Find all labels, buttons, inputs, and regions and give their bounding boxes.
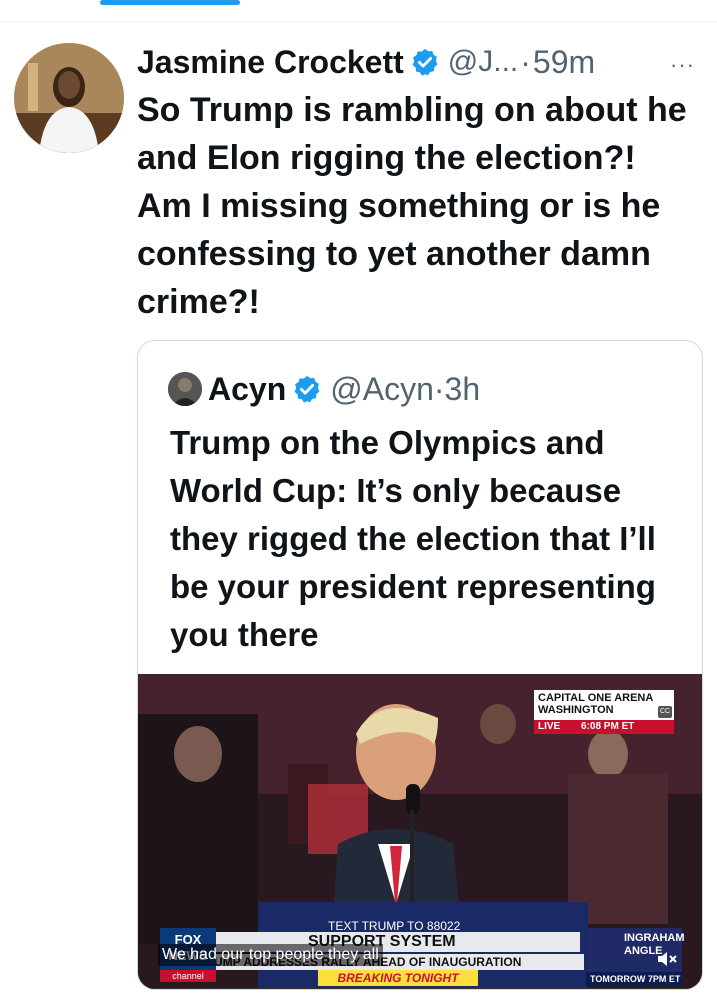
quote-text: Trump on the Olympics and World Cup: It’… bbox=[170, 424, 656, 653]
quote-display-name[interactable]: Acyn bbox=[208, 371, 286, 408]
quote-avatar[interactable] bbox=[168, 372, 202, 406]
live-badge: LIVE 6:08 PM ET bbox=[534, 720, 674, 734]
verified-badge-icon bbox=[410, 47, 440, 77]
podium-text: TEXT TRUMP TO 88022 bbox=[328, 919, 461, 933]
video-caption: We had our top people they all bbox=[158, 944, 383, 966]
quote-separator: · bbox=[433, 370, 445, 407]
active-tab-indicator bbox=[100, 0, 240, 5]
tweet-text: So Trump is rambling on about he and Elo… bbox=[137, 91, 687, 321]
live-label: LIVE bbox=[538, 721, 561, 732]
mute-icon[interactable] bbox=[656, 950, 678, 968]
tweet-header: Jasmine Crockett @J... · 59m bbox=[137, 40, 595, 84]
verified-badge-icon bbox=[292, 374, 322, 404]
quote-timestamp[interactable]: 3h bbox=[445, 371, 481, 408]
network-channel: channel bbox=[160, 970, 216, 982]
timestamp[interactable]: 59m bbox=[533, 44, 595, 81]
top-tab-bar bbox=[0, 0, 717, 22]
separator: · bbox=[520, 43, 531, 80]
more-icon[interactable]: ··· bbox=[670, 52, 695, 78]
display-name[interactable]: Jasmine Crockett bbox=[137, 44, 404, 81]
avatar[interactable] bbox=[14, 43, 124, 153]
handle[interactable]: @J... bbox=[448, 45, 518, 79]
quote-header: Acyn @Acyn · 3h bbox=[168, 369, 480, 409]
quote-handle[interactable]: @Acyn bbox=[330, 371, 434, 408]
video-player[interactable]: TEXT TRUMP TO 88022 CAPITAL ONE ARENA WA… bbox=[138, 674, 702, 989]
show-time: TOMORROW 7PM ET bbox=[586, 972, 682, 986]
breaking-banner: BREAKING TONIGHT bbox=[318, 970, 478, 986]
clock: 6:08 PM ET bbox=[581, 721, 635, 732]
avatar-image bbox=[14, 43, 124, 153]
quote-tweet-card[interactable]: Acyn @Acyn · 3h Trump on the Olympics an… bbox=[137, 340, 703, 990]
video-progress-track[interactable] bbox=[138, 988, 702, 989]
cc-icon[interactable]: CC bbox=[658, 706, 672, 718]
